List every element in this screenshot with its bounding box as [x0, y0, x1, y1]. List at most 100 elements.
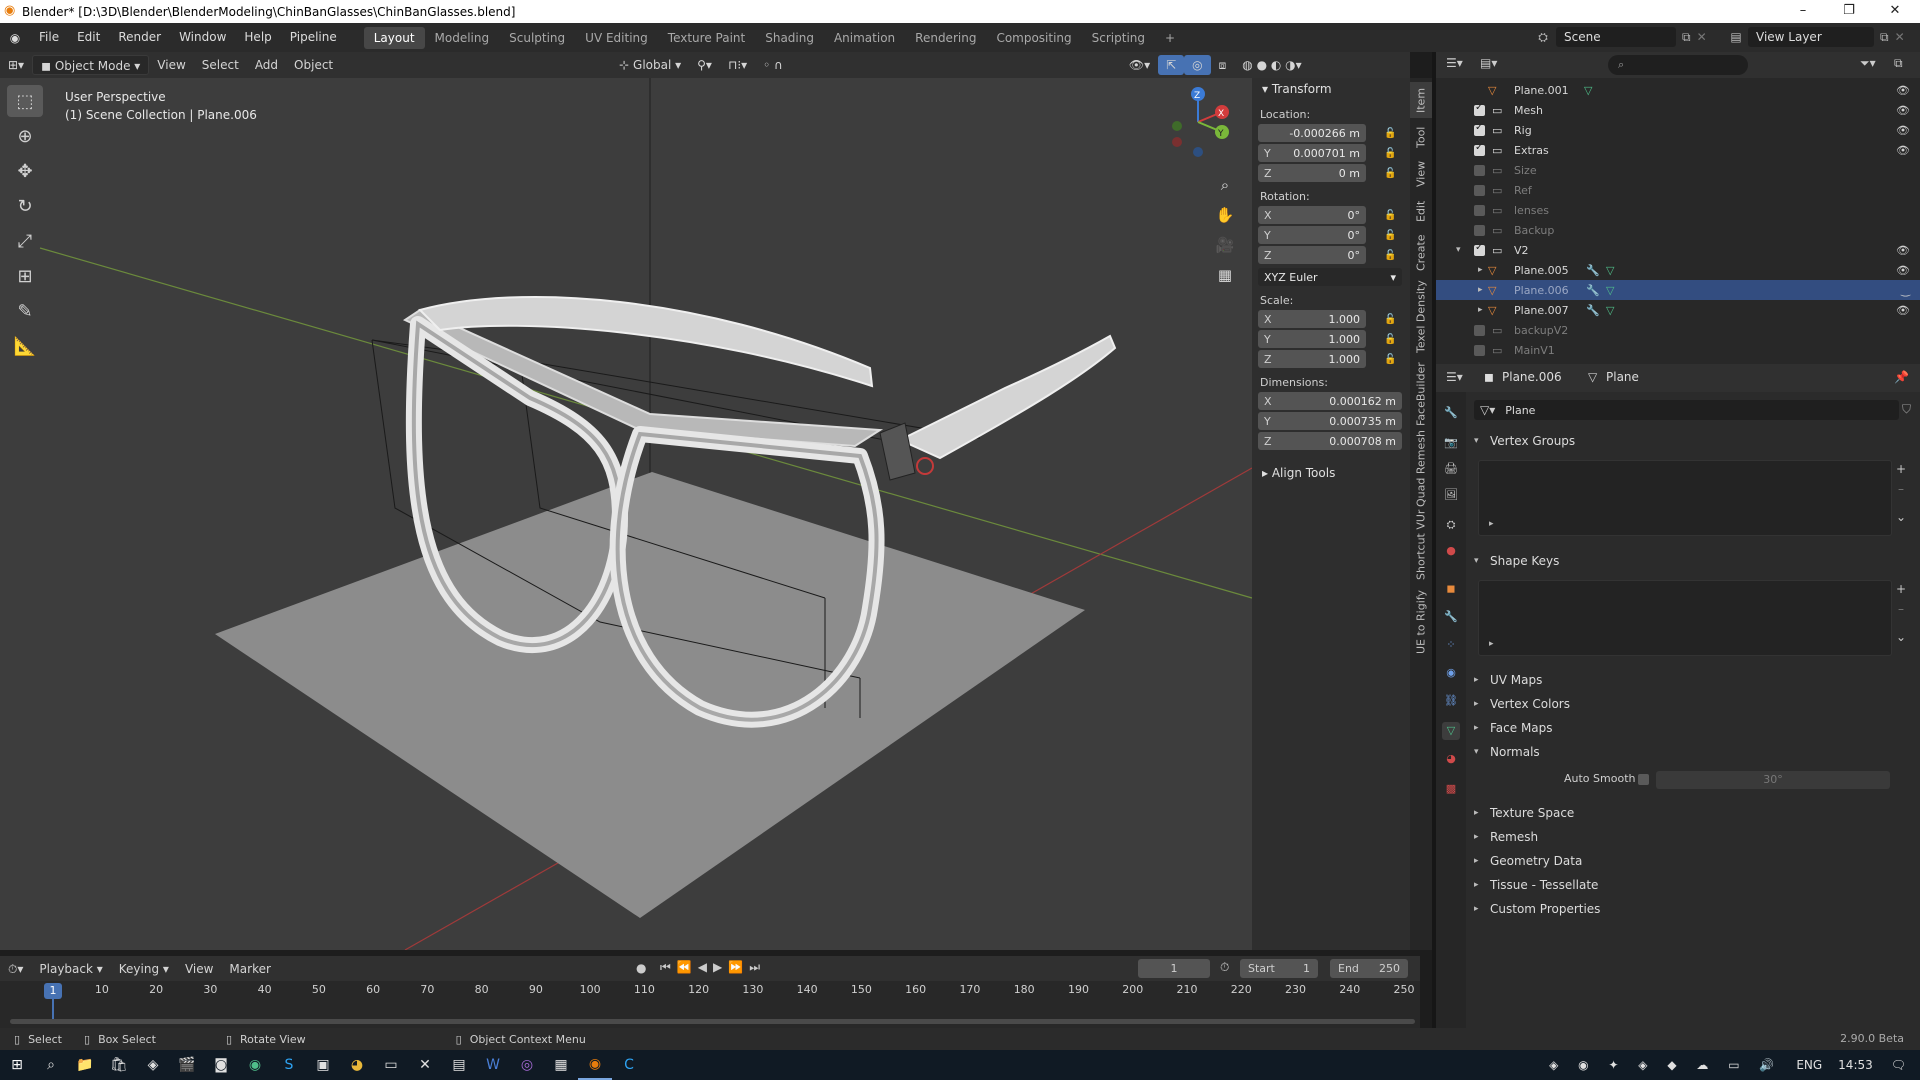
properties-editor-type-icon[interactable]: ☰▾ — [1446, 370, 1463, 384]
object-menu[interactable]: Object — [286, 55, 341, 75]
texture-space-header[interactable]: ▸ Texture Space — [1466, 802, 1920, 824]
app-icon[interactable]: ◎ — [510, 1050, 544, 1080]
proportional-edit-icon[interactable]: ◦ ∩ — [755, 55, 791, 75]
fake-user-shield-icon[interactable]: ⛉ — [1902, 402, 1911, 417]
outliner-row[interactable]: ▭ Backup — [1436, 220, 1920, 240]
menu-render[interactable]: Render — [109, 23, 170, 52]
tab-quad-remesh[interactable]: Quad Remesh — [1410, 431, 1432, 508]
collection-checkbox[interactable] — [1474, 324, 1485, 336]
terminal-icon[interactable]: ▭ — [374, 1050, 408, 1080]
tab-sculpting[interactable]: Sculpting — [499, 27, 575, 49]
start-frame-field[interactable]: Start 1 — [1240, 959, 1318, 978]
add-menu[interactable]: Add — [247, 55, 286, 75]
new-collection-icon[interactable]: ⧉ — [1894, 56, 1903, 71]
scale-tool-icon[interactable]: ⤢ — [7, 225, 43, 257]
measure-tool-icon[interactable]: 📐 — [7, 330, 43, 362]
close-icon[interactable]: ✕ — [1872, 0, 1918, 23]
render-tab-icon[interactable]: 📷 — [1442, 434, 1460, 452]
new-scene-icon[interactable]: ⧉ — [1682, 30, 1691, 45]
outliner-row[interactable]: ▭ MainV1 — [1436, 340, 1920, 360]
app-icon[interactable]: C — [612, 1050, 646, 1080]
vertex-groups-header[interactable]: ▾ Vertex Groups — [1466, 430, 1920, 452]
notes-icon[interactable]: ▤ — [442, 1050, 476, 1080]
expand-icon[interactable]: ▸ — [1489, 519, 1494, 529]
prev-keyframe-icon[interactable]: ⏪ — [677, 960, 698, 974]
location-z-field[interactable]: Z 0 m — [1258, 164, 1366, 182]
auto-smooth-checkbox[interactable] — [1638, 774, 1649, 785]
media-icon[interactable]: 🎬 — [170, 1050, 204, 1080]
output-tab-icon[interactable]: 🖨 — [1442, 460, 1460, 478]
normals-header[interactable]: ▾ Normals — [1466, 741, 1920, 763]
collection-checkbox[interactable] — [1474, 224, 1485, 236]
orientation-dropdown[interactable]: ⊹ Global ▾ — [611, 55, 689, 75]
pan-hand-icon[interactable]: ✋ — [1212, 200, 1238, 230]
lock-icon[interactable]: 🔓 — [1384, 128, 1398, 140]
tissue-tessellate-header[interactable]: ▸ Tissue - Tessellate — [1466, 874, 1920, 896]
tab-animation[interactable]: Animation — [824, 27, 905, 49]
menu-window[interactable]: Window — [170, 23, 235, 52]
filter-icon[interactable]: ⏷▾ — [1860, 56, 1876, 71]
eye-hidden-icon[interactable]: ‿ — [1901, 284, 1910, 297]
rotation-z-field[interactable]: Z 0° — [1258, 246, 1366, 264]
word-icon[interactable]: W — [476, 1050, 510, 1080]
outliner-row-selected[interactable]: ▸ ▽ Plane.006 🔧 ▽ ‿ — [1436, 280, 1920, 300]
zoom-icon[interactable]: ⌕ — [1212, 170, 1238, 200]
tab-facebuilder[interactable]: FaceBuilder — [1410, 358, 1432, 430]
scale-y-field[interactable]: Y 1.000 — [1258, 330, 1366, 348]
physics-tab-icon[interactable]: ◉ — [1442, 664, 1460, 682]
current-frame-field[interactable]: 1 — [1138, 959, 1210, 978]
rotate-tool-icon[interactable]: ↻ — [7, 190, 43, 222]
move-tool-icon[interactable]: ✥ — [7, 155, 43, 187]
tab-uv-editing[interactable]: UV Editing — [575, 27, 658, 49]
align-tools-header[interactable]: ▸ Align Tools — [1252, 462, 1410, 484]
material-tab-icon[interactable]: ◕ — [1442, 750, 1460, 768]
face-maps-header[interactable]: ▸ Face Maps — [1466, 717, 1920, 739]
dimensions-y-field[interactable]: Y 0.000735 m — [1258, 412, 1402, 430]
collection-checkbox[interactable] — [1474, 204, 1485, 216]
scene-selector[interactable]: ⛭ Scene ⧉ ✕ — [1530, 26, 1720, 48]
overlay-toggle-icon[interactable]: ◎ — [1184, 55, 1211, 75]
pivot-icon[interactable]: ⚲▾ — [689, 55, 720, 75]
rotation-mode-dropdown[interactable]: XYZ Euler ▾ — [1258, 268, 1402, 286]
location-y-field[interactable]: Y 0.000701 m — [1258, 144, 1366, 162]
select-menu[interactable]: Select — [194, 55, 247, 75]
app-icon[interactable]: ✕ — [408, 1050, 442, 1080]
app-icon[interactable]: ◙ — [204, 1050, 238, 1080]
outliner-row[interactable]: ▾ ▭ V2 👁 — [1436, 240, 1920, 260]
collection-checkbox[interactable] — [1474, 184, 1485, 196]
tab-layout[interactable]: Layout — [363, 26, 425, 49]
store-icon[interactable]: 🛍 — [102, 1050, 136, 1080]
tab-view[interactable]: View — [1410, 156, 1432, 192]
calculator-icon[interactable]: ▦ — [544, 1050, 578, 1080]
expand-arrow-icon[interactable]: ▸ — [1478, 285, 1483, 295]
outliner-row[interactable]: ▭ Ref — [1436, 180, 1920, 200]
tool-tab-icon[interactable]: 🔧 — [1442, 404, 1460, 422]
cursor-tool-icon[interactable]: ⊕ — [7, 120, 43, 152]
lock-icon[interactable]: 🔓 — [1384, 250, 1398, 262]
timeline-editor-type-icon[interactable]: ⏱▾ — [0, 959, 31, 979]
world-tab-icon[interactable]: ● — [1442, 542, 1460, 560]
collection-checkbox[interactable] — [1474, 142, 1485, 156]
outliner-row[interactable]: ▭ backupV2 — [1436, 320, 1920, 340]
view-layer-tab-icon[interactable]: 🖼 — [1442, 486, 1460, 504]
3d-viewport[interactable]: User Perspective (1) Scene Collection | … — [0, 78, 1410, 950]
lock-icon[interactable]: 🔓 — [1384, 148, 1398, 160]
tab-shortcut-vur[interactable]: Shortcut VUr — [1410, 508, 1432, 582]
shape-keys-list[interactable]: ▸ — [1478, 580, 1892, 656]
record-icon[interactable]: ● — [636, 961, 646, 975]
tab-rendering[interactable]: Rendering — [905, 27, 986, 49]
expand-icon[interactable]: ▸ — [1489, 639, 1494, 649]
dimensions-z-field[interactable]: Z 0.000708 m — [1258, 432, 1402, 450]
eye-icon[interactable]: 👁 — [1896, 244, 1910, 257]
lock-icon[interactable]: 🔓 — [1384, 210, 1398, 222]
tab-modeling[interactable]: Modeling — [425, 27, 500, 49]
scale-z-field[interactable]: Z 1.000 — [1258, 350, 1366, 368]
delete-scene-icon[interactable]: ✕ — [1697, 30, 1707, 44]
outliner-row[interactable]: ▭ Mesh 👁 — [1436, 100, 1920, 120]
delete-view-layer-icon[interactable]: ✕ — [1895, 30, 1905, 44]
lock-icon[interactable]: 🔓 — [1384, 354, 1398, 366]
eye-icon[interactable]: 👁 — [1896, 304, 1910, 317]
search-icon[interactable]: ⌕ — [34, 1050, 68, 1080]
transform-header[interactable]: ▾ Transform — [1252, 78, 1410, 100]
collection-checkbox[interactable] — [1474, 164, 1485, 176]
